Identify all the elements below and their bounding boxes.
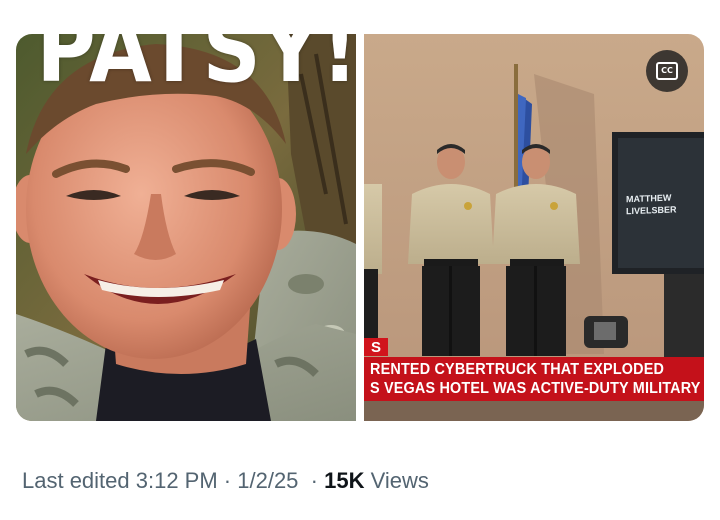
post-metadata: Last edited 3:12 PM · 1/2/25 · 15K Views	[22, 466, 429, 496]
last-edited-link[interactable]: Last edited 3:12 PM	[22, 468, 218, 494]
meme-overlay-text: PATSY!	[36, 34, 356, 103]
monitor-text-line-2: LIVELSBER	[626, 204, 677, 217]
tweet-media-grid: PATSY! MATTHEW LIVELSBER S RENTED CYBERT…	[16, 34, 704, 421]
meta-separator-2: ·	[298, 468, 325, 493]
post-date[interactable]: 1/2/25	[237, 468, 298, 494]
news-chyron: RENTED CYBERTRUCK THAT EXPLODED S VEGAS …	[364, 357, 704, 401]
monitor-screen-text: MATTHEW LIVELSBER	[626, 191, 696, 217]
closed-captions-icon: CC	[656, 62, 678, 80]
media-video-right[interactable]: MATTHEW LIVELSBER S RENTED CYBERTRUCK TH…	[364, 34, 704, 421]
views-label: Views	[364, 468, 429, 493]
media-image-left[interactable]: PATSY!	[16, 34, 356, 421]
views-count[interactable]: 15K	[324, 468, 364, 494]
closed-captions-button[interactable]: CC	[646, 50, 688, 92]
meta-separator: ·	[217, 468, 238, 493]
chyron-tag: S	[364, 338, 388, 356]
chyron-line-2: S VEGAS HOTEL WAS ACTIVE-DUTY MILITARY	[370, 380, 701, 397]
chyron-line-1: RENTED CYBERTRUCK THAT EXPLODED	[370, 361, 665, 378]
